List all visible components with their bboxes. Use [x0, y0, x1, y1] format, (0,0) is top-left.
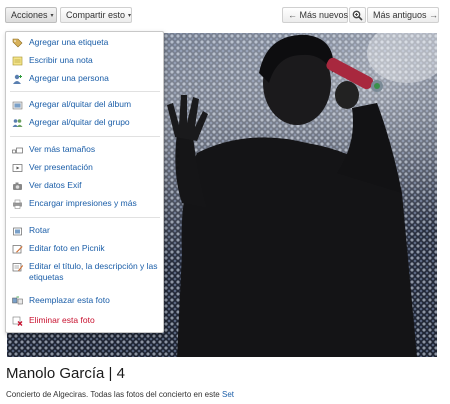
delete-icon [12, 316, 23, 326]
menu-item-rotate[interactable]: Rotar [6, 223, 163, 239]
group-icon [12, 119, 23, 127]
menu-item-label: Ver presentación [29, 162, 93, 172]
camera-icon [13, 182, 22, 190]
menu-item-group[interactable]: Agregar al/quitar del grupo [6, 115, 163, 131]
chevron-down-icon: ▾ [50, 13, 54, 19]
menu-item-write-note[interactable]: Escribir una nota [6, 53, 163, 69]
chevron-down-icon: ▾ [128, 13, 132, 19]
menu-item-label: Editar foto en Picnik [29, 243, 105, 253]
menu-item-delete[interactable]: Eliminar esta foto [6, 313, 163, 329]
slideshow-icon [12, 164, 23, 172]
menu-item-label: Agregar una persona [29, 73, 109, 83]
tag-add-icon [12, 38, 23, 48]
person-add-icon [13, 74, 22, 84]
menu-item-slideshow[interactable]: Ver presentación [6, 160, 163, 176]
menu-item-label: Editar el título, la descripción y las e… [29, 261, 158, 282]
edit-text-icon [12, 263, 23, 272]
menu-item-label: Agregar al/quitar del grupo [29, 117, 130, 127]
share-label: Compartir esto [66, 10, 126, 20]
menu-item-label: Escribir una nota [29, 55, 93, 65]
album-icon [12, 101, 23, 110]
menu-divider [10, 217, 160, 218]
menu-item-label: Eliminar esta foto [29, 315, 95, 325]
menu-item-picnik[interactable]: Editar foto en Picnik [6, 241, 163, 257]
menu-item-sizes[interactable]: Ver más tamaños [6, 142, 163, 158]
menu-item-label: Agregar una etiqueta [29, 37, 109, 47]
zoom-button[interactable] [349, 7, 366, 23]
older-label: Más antiguos [373, 10, 427, 20]
arrow-left-icon: ← [288, 10, 297, 20]
newer-label: Más nuevos [299, 10, 349, 20]
print-icon [13, 199, 22, 209]
arrow-right-icon: → [429, 10, 439, 20]
menu-item-add-person[interactable]: Agregar una persona [6, 71, 163, 87]
menu-item-label: Reemplazar esta foto [29, 295, 110, 305]
caption-text: Concierto de Algeciras. Todas las fotos … [6, 390, 220, 399]
menu-divider [10, 136, 160, 137]
note-icon [12, 56, 23, 66]
set-link[interactable]: Set [222, 390, 234, 399]
actions-label: Acciones [11, 10, 48, 20]
rotate-icon [13, 227, 22, 236]
menu-item-edit-title[interactable]: Editar el título, la descripción y las e… [6, 259, 163, 287]
actions-button[interactable]: Acciones ▾ [5, 7, 57, 23]
magnifier-icon [352, 10, 363, 21]
menu-item-add-tag[interactable]: Agregar una etiqueta [6, 35, 163, 51]
menu-divider [10, 91, 160, 92]
older-button[interactable]: Más antiguos → [367, 7, 439, 23]
share-button[interactable]: Compartir esto ▾ [60, 7, 132, 23]
menu-item-label: Agregar al/quitar del álbum [29, 99, 132, 109]
sizes-icon [12, 147, 23, 154]
menu-item-label: Encargar impresiones y más [29, 198, 137, 208]
actions-menu: Agregar una etiqueta Escribir una nota A… [5, 31, 164, 333]
replace-icon [12, 296, 23, 305]
menu-item-album[interactable]: Agregar al/quitar del álbum [6, 97, 163, 113]
menu-item-prints[interactable]: Encargar impresiones y más [6, 196, 163, 212]
menu-item-exif[interactable]: Ver datos Exif [6, 178, 163, 194]
edit-photo-icon [12, 245, 23, 254]
menu-item-label: Rotar [29, 225, 50, 235]
photo-caption: Concierto de Algeciras. Todas las fotos … [6, 390, 234, 399]
photo-title: Manolo García | 4 [6, 365, 125, 382]
menu-item-replace[interactable]: Reemplazar esta foto [6, 293, 163, 309]
menu-item-label: Ver datos Exif [29, 180, 82, 190]
menu-item-label: Ver más tamaños [29, 144, 96, 154]
newer-button[interactable]: ← Más nuevos [282, 7, 348, 23]
